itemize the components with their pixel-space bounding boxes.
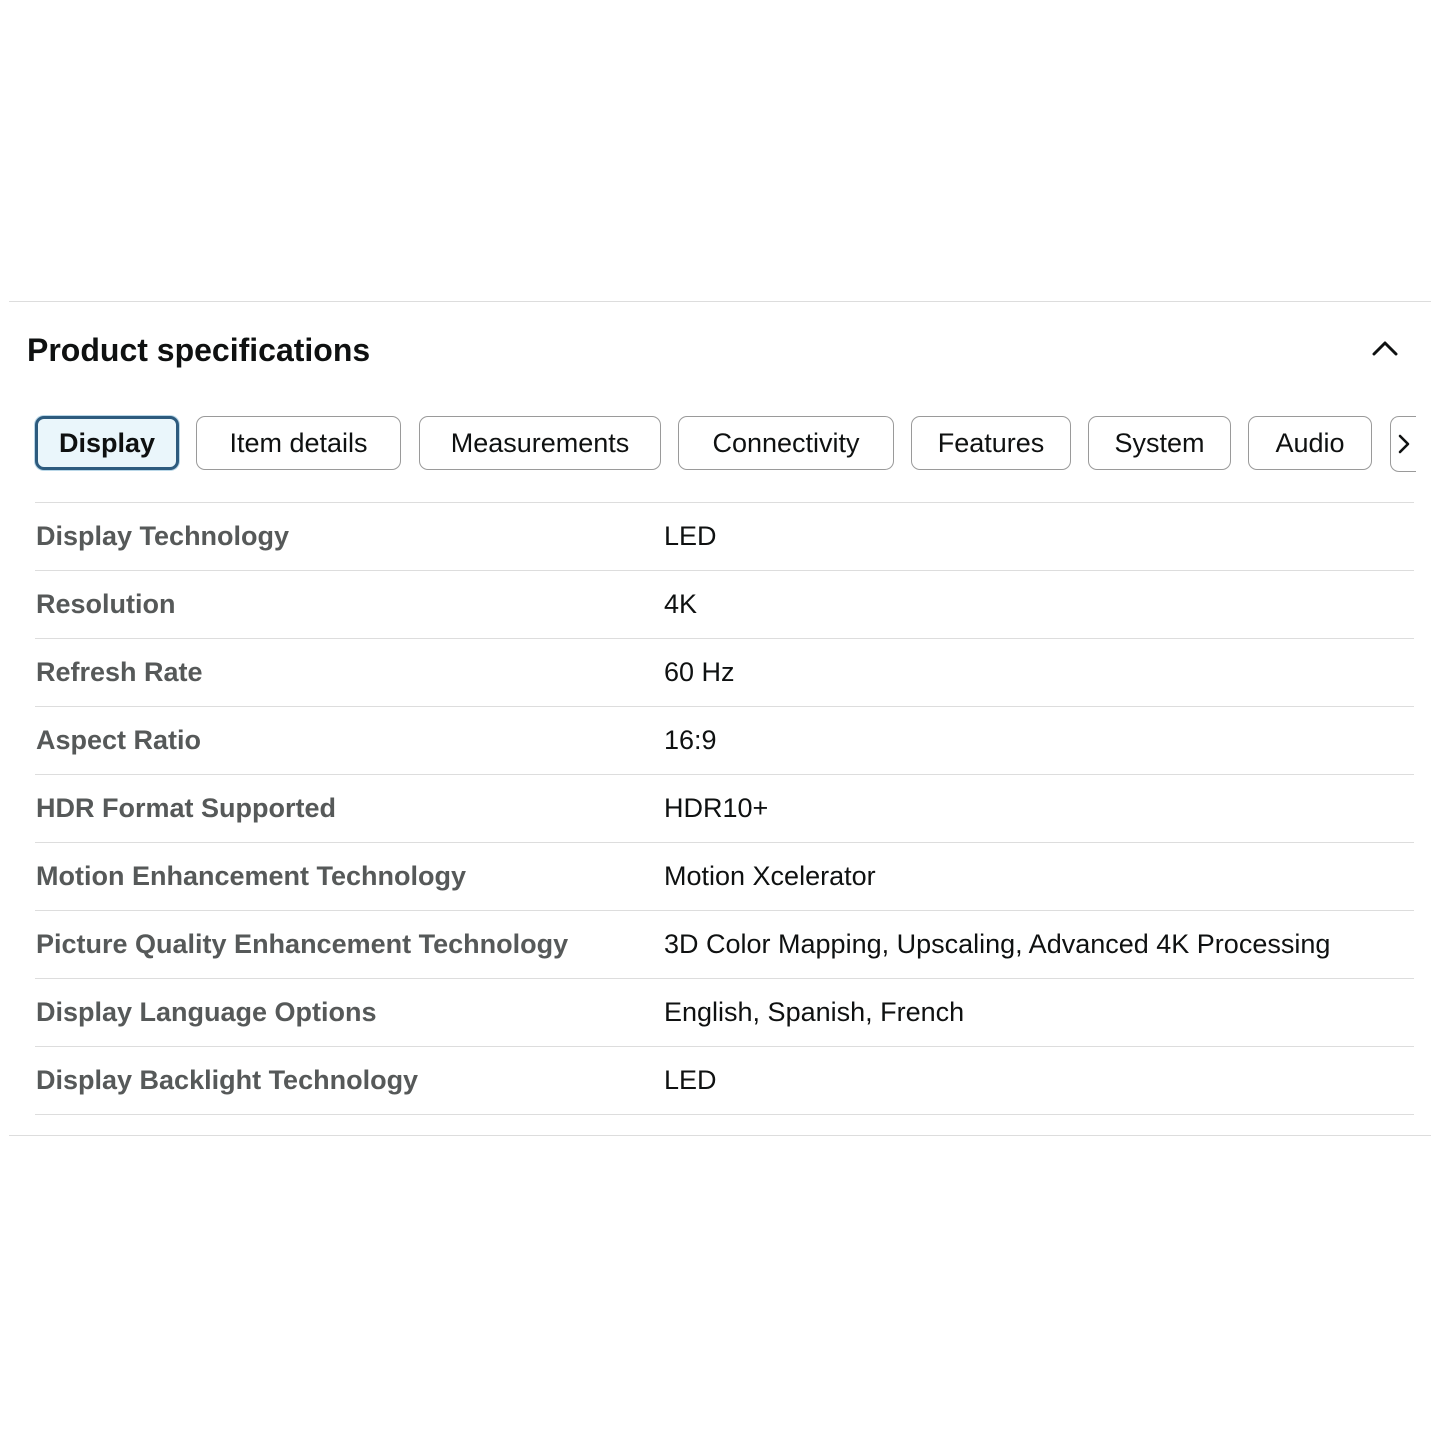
tab-display[interactable]: Display (35, 416, 179, 470)
spec-label: Display Language Options (36, 997, 377, 1027)
spec-tabs: Display Item details Measurements Connec… (0, 416, 1416, 474)
spec-value: 4K (664, 589, 698, 619)
section-bottom-divider (9, 1135, 1431, 1136)
section-top-divider (9, 301, 1431, 302)
collapse-button[interactable] (1365, 328, 1405, 368)
tabs-scroll-next-button[interactable] (1390, 416, 1416, 472)
spec-value: LED (664, 1065, 717, 1095)
table-row: Motion Enhancement Technology Motion Xce… (35, 842, 1414, 910)
chevron-right-icon (1398, 434, 1409, 454)
spec-value: 16:9 (664, 725, 717, 755)
table-row: Resolution 4K (35, 570, 1414, 638)
spec-value: 60 Hz (664, 657, 735, 687)
table-row: Picture Quality Enhancement Technology 3… (35, 910, 1414, 978)
section-title: Product specifications (27, 332, 371, 368)
tab-audio[interactable]: Audio (1248, 416, 1372, 470)
table-row: Display Language Options English, Spanis… (35, 978, 1414, 1046)
spec-label: Display Backlight Technology (36, 1065, 419, 1095)
chevron-up-icon (1372, 341, 1398, 356)
spec-value: English, Spanish, French (664, 997, 965, 1027)
spec-label: Aspect Ratio (36, 725, 202, 755)
spec-value: Motion Xcelerator (664, 861, 876, 891)
table-row: Display Technology LED (35, 502, 1414, 570)
spec-label: HDR Format Supported (36, 793, 336, 823)
spec-label: Refresh Rate (36, 657, 203, 687)
spec-label: Resolution (36, 589, 176, 619)
table-row: Refresh Rate 60 Hz (35, 638, 1414, 706)
spec-value: HDR10+ (664, 793, 769, 823)
table-row: Display Backlight Technology LED (35, 1046, 1414, 1115)
spec-value: LED (664, 521, 717, 551)
tab-features[interactable]: Features (911, 416, 1071, 470)
spec-value: 3D Color Mapping, Upscaling, Advanced 4K… (664, 929, 1331, 959)
tab-item-details[interactable]: Item details (196, 416, 401, 470)
tab-connectivity[interactable]: Connectivity (678, 416, 894, 470)
spec-label: Picture Quality Enhancement Technology (36, 929, 569, 959)
table-row: HDR Format Supported HDR10+ (35, 774, 1414, 842)
spec-table: Display Technology LED Resolution 4K Ref… (35, 502, 1414, 1115)
spec-label: Motion Enhancement Technology (36, 861, 467, 891)
table-row: Aspect Ratio 16:9 (35, 706, 1414, 774)
tab-system[interactable]: System (1088, 416, 1231, 470)
tab-measurements[interactable]: Measurements (419, 416, 661, 470)
spec-label: Display Technology (36, 521, 290, 551)
